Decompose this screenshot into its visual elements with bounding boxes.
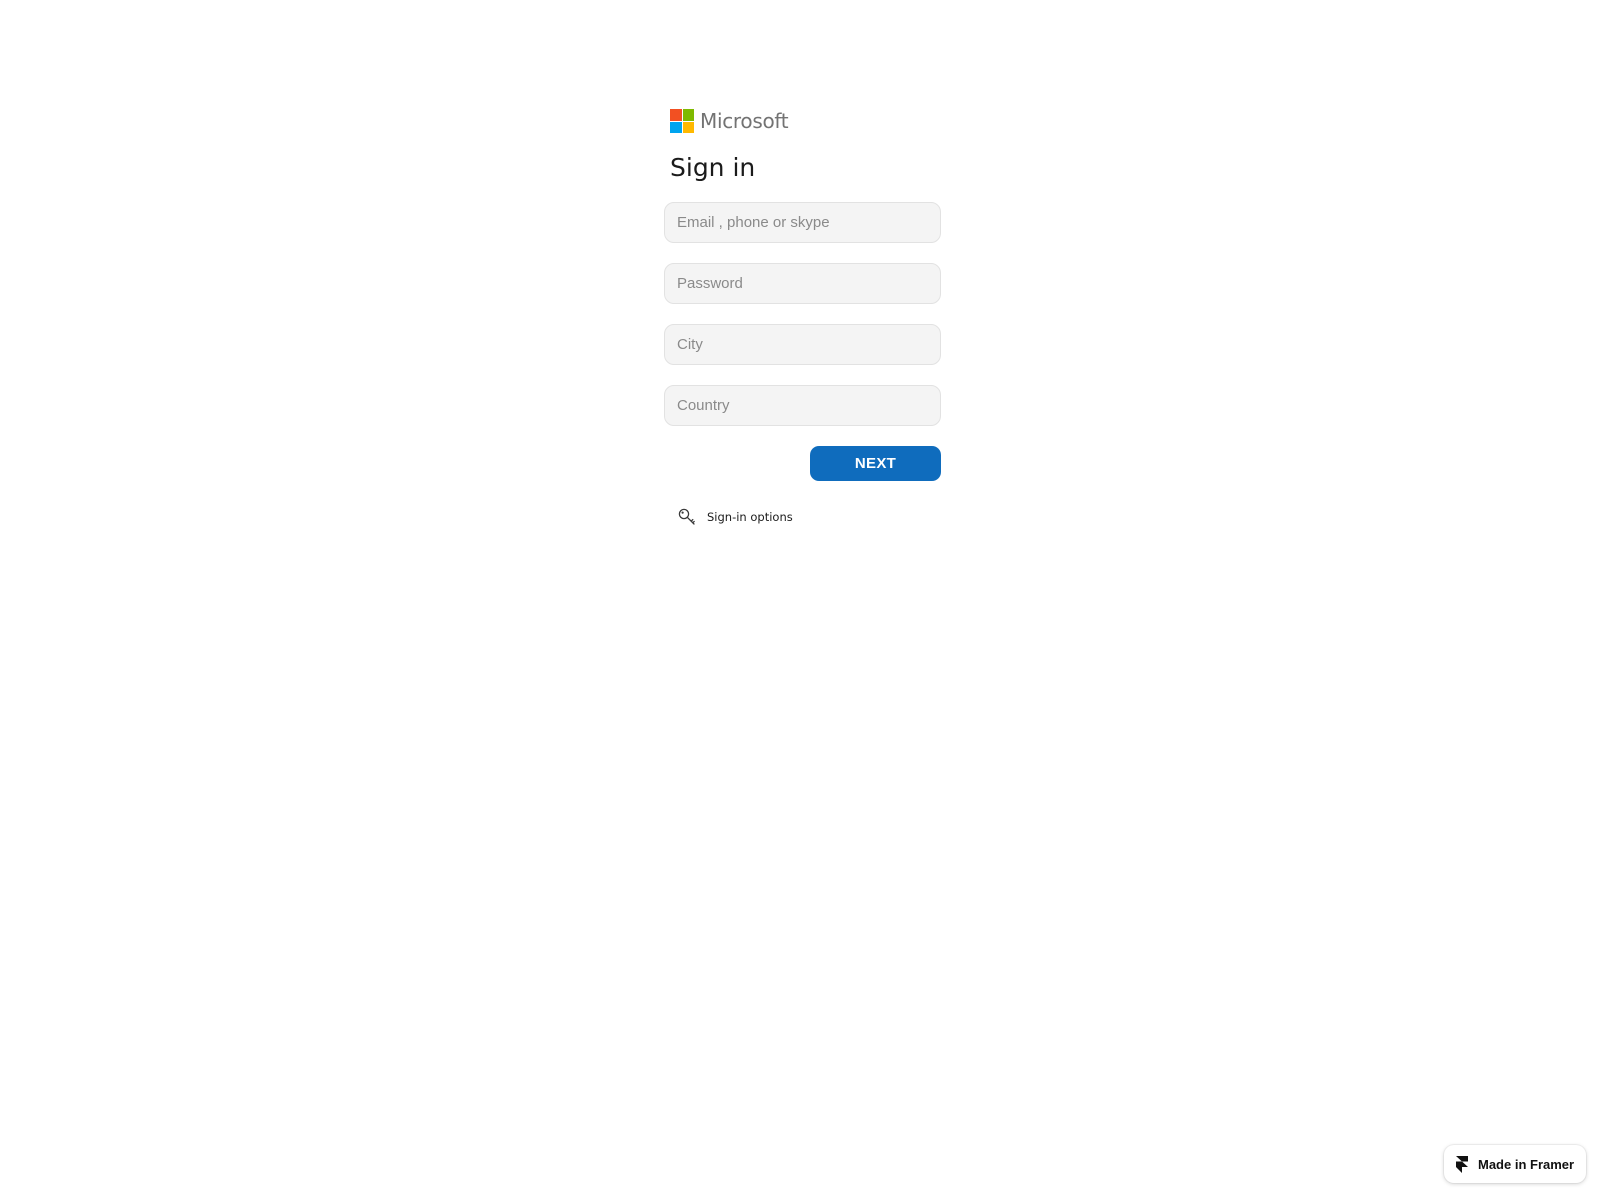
logo-square-yellow: [682, 121, 694, 133]
next-button[interactable]: NEXT: [810, 446, 941, 481]
sign-in-card: Microsoft Sign in NEXT Sign-in options: [664, 108, 941, 527]
microsoft-logo-icon: [670, 109, 694, 133]
page: Microsoft Sign in NEXT Sign-in options M…: [0, 0, 1600, 1200]
microsoft-logo: Microsoft: [670, 108, 941, 134]
city-field[interactable]: [664, 324, 941, 365]
badge-label: Made in Framer: [1478, 1156, 1575, 1172]
sign-in-options-link[interactable]: Sign-in options: [677, 507, 941, 527]
country-field[interactable]: [664, 385, 941, 426]
framer-logo-icon: [1456, 1155, 1468, 1173]
email-field[interactable]: [664, 202, 941, 243]
logo-square-blue: [670, 121, 682, 133]
logo-wordmark: Microsoft: [700, 109, 789, 133]
form-actions: NEXT: [664, 446, 941, 481]
password-field[interactable]: [664, 263, 941, 304]
sign-in-options-label: Sign-in options: [707, 510, 793, 524]
logo-square-red: [670, 109, 682, 121]
key-icon: [678, 508, 695, 525]
page-title: Sign in: [670, 153, 756, 182]
made-in-framer-badge[interactable]: Made in Framer: [1444, 1145, 1587, 1183]
logo-square-green: [682, 109, 694, 121]
